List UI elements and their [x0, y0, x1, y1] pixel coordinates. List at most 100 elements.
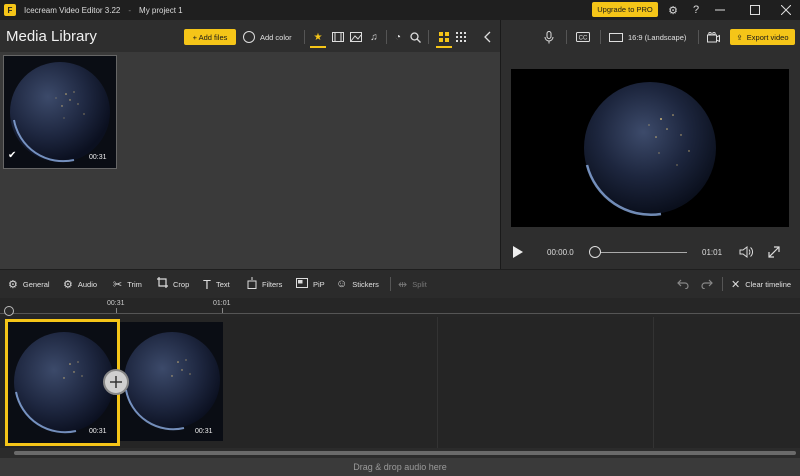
end-time: 01:01	[702, 248, 723, 257]
captions-icon[interactable]: CC	[575, 29, 591, 45]
pip-icon	[296, 277, 308, 291]
search-icon[interactable]	[407, 29, 423, 45]
text-tool-button[interactable]: T Text	[203, 276, 230, 292]
stickers-tool-button[interactable]: ☺ Stickers	[336, 276, 379, 292]
app-name: Icecream Video Editor 3.22	[24, 5, 121, 15]
crop-icon	[157, 277, 168, 291]
gear-icon: ⚙	[8, 278, 18, 291]
project-name: My project 1	[139, 5, 183, 15]
track-grid-line	[653, 317, 654, 448]
add-color-button[interactable]: Add color	[243, 29, 292, 45]
add-files-button[interactable]: + Add files	[184, 29, 236, 45]
divider	[698, 30, 699, 44]
filters-label: Filters	[262, 279, 283, 289]
add-color-label: Add color	[260, 32, 292, 42]
play-button[interactable]	[513, 246, 523, 258]
trim-label: Trim	[127, 279, 142, 289]
crop-tool-button[interactable]: Crop	[157, 276, 189, 292]
audio-filter-icon[interactable]: ♫	[366, 29, 382, 45]
audio-drop-zone[interactable]: Drag & drop audio here	[0, 458, 800, 476]
divider	[304, 30, 305, 44]
filters-tool-button[interactable]: Filters	[247, 276, 282, 292]
audio-gear-icon: ⚙	[63, 278, 73, 291]
maximize-icon[interactable]	[747, 2, 763, 18]
trim-tool-button[interactable]: ✂ Trim	[113, 276, 142, 292]
collapse-panel-chevron-icon[interactable]	[480, 29, 496, 45]
stickers-label: Stickers	[352, 279, 379, 289]
fullscreen-icon[interactable]	[766, 244, 782, 260]
clip-duration: 00:31	[89, 428, 107, 435]
playhead-handle[interactable]	[4, 306, 14, 316]
divider	[390, 277, 391, 291]
volume-icon[interactable]	[738, 244, 754, 260]
clip-duration: 00:31	[195, 428, 213, 435]
general-label: General	[22, 279, 50, 289]
divider	[428, 30, 429, 44]
ruler-tick-label: 01:01	[213, 300, 231, 307]
current-time: 00:00.0	[547, 248, 574, 257]
aspect-ratio-selector[interactable]: 16:9 (Landscape)	[609, 29, 686, 45]
undo-icon[interactable]	[675, 276, 691, 292]
svg-text:CC: CC	[579, 36, 588, 42]
earth-clip-image	[14, 332, 114, 434]
divider	[722, 277, 723, 291]
recent-icon[interactable]: ◔	[390, 29, 406, 45]
image-filter-icon[interactable]	[348, 29, 364, 45]
minimize-icon[interactable]	[712, 2, 728, 18]
split-label: Split	[412, 279, 427, 289]
microphone-icon[interactable]	[541, 29, 557, 45]
seek-bar[interactable]	[597, 252, 687, 253]
plus-icon	[110, 376, 122, 388]
seek-handle[interactable]	[589, 246, 601, 258]
favorites-star-icon[interactable]: ★	[310, 29, 326, 45]
close-icon: ✕	[731, 278, 741, 291]
export-video-button[interactable]: ⇪ Export video	[730, 29, 795, 45]
selected-check-icon: ✔	[8, 150, 17, 161]
active-filter-underline	[310, 46, 326, 48]
help-icon[interactable]: ?	[688, 2, 704, 18]
close-window-icon[interactable]	[778, 2, 794, 18]
media-item-duration: 00:31	[89, 154, 107, 161]
text-icon: T	[203, 276, 211, 292]
divider	[600, 30, 601, 44]
pip-label: PiP	[313, 279, 325, 289]
split-tool-button[interactable]: ⇹ Split	[398, 276, 427, 292]
app-logo-icon: F	[4, 4, 16, 16]
ruler-tick-label: 00:31	[107, 300, 125, 307]
sticker-icon: ☺	[336, 278, 348, 290]
settings-gear-icon[interactable]: ⚙	[665, 2, 681, 18]
aspect-ratio-label: 16:9 (Landscape)	[628, 32, 687, 42]
ruler-tick	[222, 308, 223, 313]
clear-timeline-button[interactable]: ✕ Clear timeline	[731, 276, 791, 292]
video-filter-icon[interactable]	[330, 29, 346, 45]
audio-tool-button[interactable]: ⚙ Audio	[63, 276, 97, 292]
general-tool-button[interactable]: ⚙ General	[8, 276, 50, 292]
export-video-label: Export video	[746, 32, 789, 42]
divider	[566, 30, 567, 44]
video-preview[interactable]	[511, 69, 789, 227]
record-camera-icon[interactable]	[705, 29, 721, 45]
small-grid-view-icon[interactable]	[453, 29, 469, 45]
crop-label: Crop	[173, 279, 190, 289]
upgrade-button[interactable]: Upgrade to PRO	[592, 2, 658, 17]
large-grid-view-icon[interactable]	[436, 29, 452, 45]
media-library-title: Media Library	[6, 28, 97, 45]
add-transition-button[interactable]	[103, 369, 129, 395]
timeline-scrollbar-thumb[interactable]	[14, 451, 796, 455]
title-separator: -	[128, 5, 132, 15]
filters-icon	[247, 276, 257, 292]
timeline-clip[interactable]	[120, 322, 223, 441]
ruler-tick	[116, 308, 117, 313]
pip-tool-button[interactable]: PiP	[296, 276, 325, 292]
scissors-icon: ✂	[113, 278, 123, 291]
aspect-ratio-icon	[609, 32, 623, 42]
audio-drop-label: Drag & drop audio here	[353, 462, 447, 472]
earth-preview-image	[584, 82, 716, 216]
palette-icon	[243, 31, 255, 43]
split-icon: ⇹	[398, 278, 408, 291]
earth-clip-image	[124, 332, 220, 431]
audio-label: Audio	[77, 279, 98, 289]
clear-timeline-label: Clear timeline	[745, 279, 792, 289]
redo-icon[interactable]	[699, 276, 715, 292]
media-item[interactable]	[3, 55, 117, 169]
